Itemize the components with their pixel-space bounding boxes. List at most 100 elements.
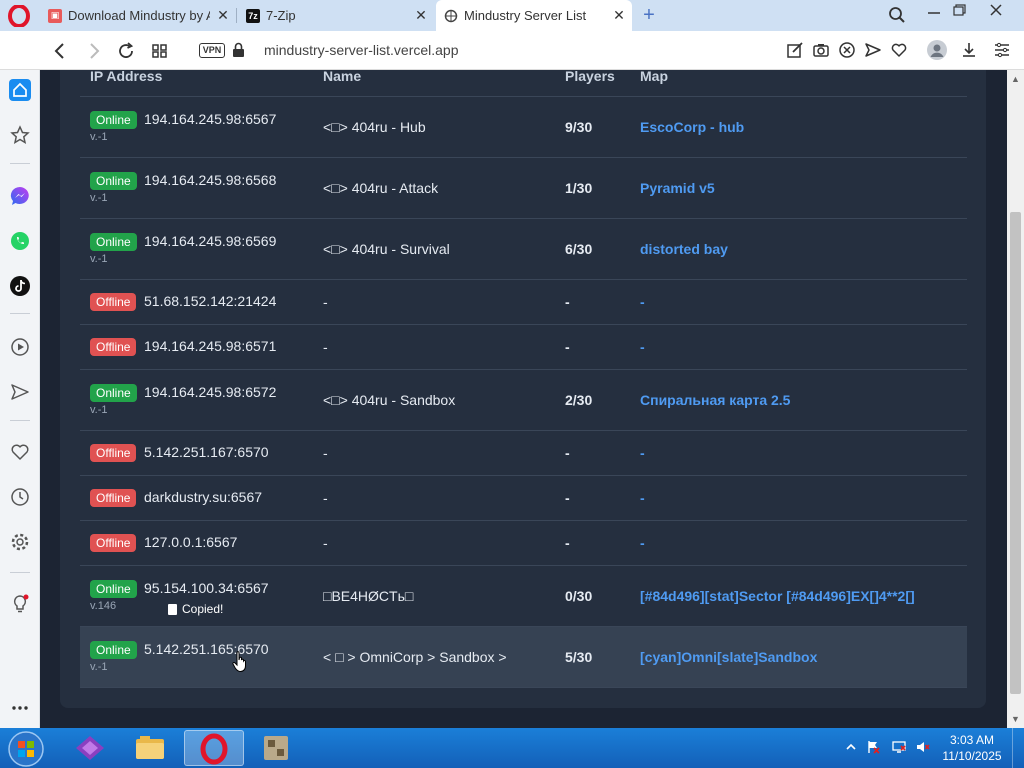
server-ip[interactable]: 194.164.245.98:6571 [144, 338, 276, 354]
map-link[interactable]: [#84d496][stat]Sector [#84d496]EX[]4**2[… [640, 588, 915, 604]
action-center-flag-icon[interactable] [866, 740, 880, 754]
player-icon[interactable] [9, 336, 31, 358]
status-badge: Online [90, 111, 137, 129]
map-link[interactable]: - [640, 294, 645, 310]
network-icon[interactable] [892, 740, 906, 754]
profile-avatar-icon[interactable] [927, 40, 947, 60]
camera-icon[interactable] [812, 41, 830, 59]
table-row[interactable]: Online 194.164.245.98:6572 v.-1 <□> 404r… [80, 370, 967, 431]
forward-icon[interactable] [84, 41, 104, 61]
close-tab-icon[interactable]: ✕ [216, 8, 230, 22]
back-icon[interactable] [50, 41, 70, 61]
table-row[interactable]: Online 194.164.245.98:6567 v.-1 <□> 404r… [80, 97, 967, 158]
messenger-icon[interactable] [9, 185, 31, 207]
map-link[interactable]: Спиральная карта 2.5 [640, 392, 790, 408]
new-tab-icon[interactable]: + [640, 5, 658, 25]
table-row[interactable]: Online 5.142.251.165:6570 v.-1 < □ > Omn… [80, 627, 967, 688]
table-row[interactable]: Offline darkdustry.su:6567 - - - [80, 476, 967, 521]
tab-download-mindustry[interactable]: ▣ Download Mindustry by A ✕ [40, 0, 236, 31]
search-tabs-icon[interactable] [888, 6, 906, 24]
map-link[interactable]: EscoCorp - hub [640, 119, 744, 135]
table-row[interactable]: Offline 127.0.0.1:6567 - - - [80, 521, 967, 566]
opera-logo-icon[interactable] [8, 5, 30, 27]
map-link[interactable]: - [640, 490, 645, 506]
close-tab-icon[interactable]: ✕ [414, 8, 428, 22]
server-ip[interactable]: 51.68.152.142:21424 [144, 293, 276, 309]
status-badge: Offline [90, 293, 137, 311]
taskbar-clock[interactable]: 3:03 AM 11/10/2025 [940, 732, 1004, 764]
start-button-icon[interactable] [4, 730, 48, 768]
server-name: <□> 404ru - Survival [323, 241, 450, 257]
table-row[interactable]: Offline 194.164.245.98:6571 - - - [80, 325, 967, 370]
send-icon[interactable] [864, 41, 882, 59]
sidebar-heart-icon[interactable] [9, 441, 31, 463]
header-players[interactable]: Players [565, 70, 615, 84]
easy-setup-icon[interactable] [993, 41, 1011, 59]
url-field[interactable]: mindustry-server-list.vercel.app [264, 42, 459, 58]
volume-muted-icon[interactable] [916, 740, 930, 754]
map-link[interactable]: - [640, 445, 645, 461]
close-tab-icon[interactable]: ✕ [612, 8, 626, 22]
table-row[interactable]: Online 95.154.100.34:6567 v.146 Copied! … [80, 566, 967, 627]
my-flow-icon[interactable] [9, 381, 31, 403]
map-link[interactable]: distorted bay [640, 241, 728, 257]
opera-sidebar [0, 70, 40, 728]
7zip-icon: 7z [246, 8, 260, 23]
table-row[interactable]: Online 194.164.245.98:6569 v.-1 <□> 404r… [80, 219, 967, 280]
heart-icon[interactable] [890, 41, 908, 59]
status-badge: Online [90, 233, 137, 251]
sidebar-home-icon[interactable] [9, 79, 31, 101]
server-ip[interactable]: 194.164.245.98:6567 [144, 111, 276, 127]
more-dots-icon[interactable] [9, 697, 31, 719]
settings-gear-icon[interactable] [9, 531, 31, 553]
show-hidden-icons-icon[interactable] [844, 740, 858, 754]
tiktok-icon[interactable] [9, 275, 31, 297]
lock-icon[interactable] [232, 42, 245, 58]
header-map[interactable]: Map [640, 70, 668, 84]
sidebar-separator [10, 163, 30, 164]
tab-grid-icon[interactable] [150, 41, 170, 61]
minimize-icon[interactable] [922, 2, 946, 18]
edit-icon[interactable] [786, 41, 804, 59]
history-icon[interactable] [9, 486, 31, 508]
taskbar-app-file-explorer[interactable] [120, 730, 180, 766]
whatsapp-icon[interactable] [9, 230, 31, 252]
tab-7zip[interactable]: 7z 7-Zip ✕ [238, 0, 434, 31]
table-row[interactable]: Online 194.164.245.98:6568 v.-1 <□> 404r… [80, 158, 967, 219]
close-window-icon[interactable] [984, 2, 1008, 18]
ad-block-icon[interactable] [838, 41, 856, 59]
page-scrollbar[interactable]: ▲ ▼ [1007, 70, 1024, 728]
map-link[interactable]: - [640, 535, 645, 551]
server-ip[interactable]: 95.154.100.34:6567 [144, 580, 269, 596]
server-ip[interactable]: 127.0.0.1:6567 [144, 534, 237, 550]
server-ip[interactable]: 194.164.245.98:6569 [144, 233, 276, 249]
tab-mindustry-server-list[interactable]: Mindustry Server List ✕ [436, 0, 632, 31]
scrollbar-thumb[interactable] [1010, 212, 1021, 694]
server-ip[interactable]: 5.142.251.167:6570 [144, 444, 269, 460]
server-name: □BE4HØCTь□ [323, 588, 414, 604]
map-link[interactable]: Pyramid v5 [640, 180, 715, 196]
map-link[interactable]: - [640, 339, 645, 355]
taskbar-app-opera[interactable] [184, 730, 244, 766]
server-ip[interactable]: 5.142.251.165:6570 [144, 641, 269, 657]
tips-lightbulb-icon[interactable] [9, 593, 31, 615]
table-row[interactable]: Offline 5.142.251.167:6570 - - - [80, 431, 967, 476]
player-count: - [565, 445, 570, 461]
map-link[interactable]: [cyan]Omni[slate]Sandbox [640, 649, 817, 665]
header-ip-address[interactable]: IP Address [90, 70, 162, 84]
show-desktop-button[interactable] [1012, 728, 1024, 768]
table-row[interactable]: Offline 51.68.152.142:21424 - - - [80, 280, 967, 325]
header-name[interactable]: Name [323, 70, 361, 84]
sidebar-bookmarks-icon[interactable] [9, 124, 31, 146]
restore-icon[interactable] [948, 2, 972, 18]
server-ip[interactable]: darkdustry.su:6567 [144, 489, 262, 505]
taskbar-app-mindustry[interactable] [246, 730, 306, 766]
scroll-down-arrow-icon[interactable]: ▼ [1010, 714, 1021, 724]
server-ip[interactable]: 194.164.245.98:6568 [144, 172, 276, 188]
download-icon[interactable] [960, 41, 978, 59]
scroll-up-arrow-icon[interactable]: ▲ [1010, 74, 1021, 84]
vpn-badge[interactable]: VPN [199, 43, 225, 58]
taskbar-app-visual-studio[interactable] [60, 730, 120, 766]
server-ip[interactable]: 194.164.245.98:6572 [144, 384, 276, 400]
reload-icon[interactable] [116, 41, 136, 61]
